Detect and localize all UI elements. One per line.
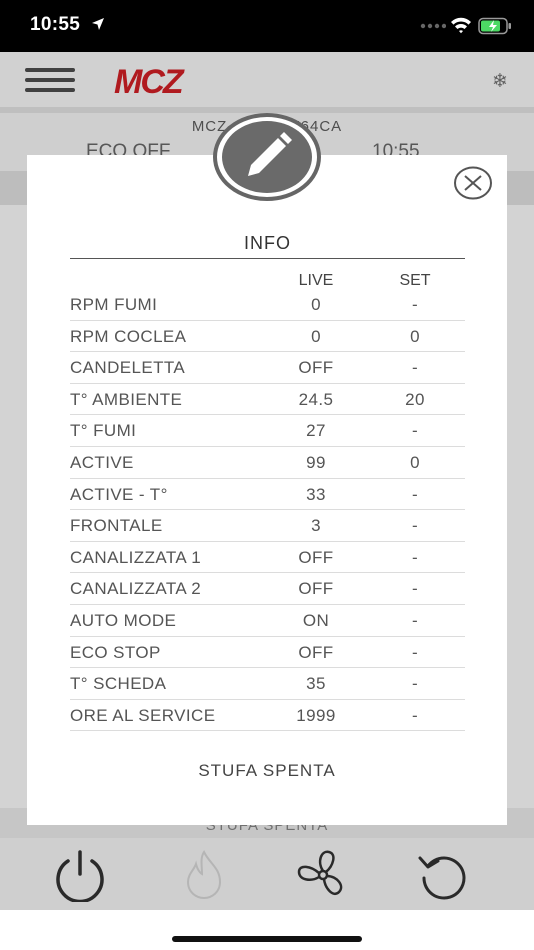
reload-button[interactable] [412,848,476,902]
row-label: ECO STOP [70,642,161,662]
table-row: CANALIZZATA 1 OFF - [70,542,465,574]
row-set-value: 20 [405,389,425,409]
table-row: ECO STOP OFF - [70,637,465,669]
row-label: AUTO MODE [70,610,177,630]
mcz-logo: MCZ [114,64,187,98]
row-label: FRONTALE [70,516,163,536]
pencil-icon [213,113,321,201]
column-header-set: SET [399,272,431,289]
flame-icon [186,850,222,900]
row-live-value: OFF [298,642,334,662]
row-live-value: 3 [311,516,321,536]
cellular-signal-icon [420,23,446,29]
row-set-value: - [411,421,419,441]
row-live-value: 0 [311,295,321,314]
row-live-value: ON [302,610,330,630]
row-live-value: 99 [306,452,326,472]
table-row: CANDELETTA OFF - [70,352,465,384]
row-label: T° AMBIENTE [70,389,183,409]
status-bar: 10:55 [0,0,534,52]
row-label: T° SCHEDA [70,674,167,694]
row-live-value: 24.5 [298,389,334,409]
row-label: RPM FUMI [70,295,158,314]
row-label: RPM COCLEA [70,326,187,346]
stove-status: STUFA SPENTA [198,761,336,780]
table-row: RPM COCLEA 0 0 [70,321,465,353]
table-row: RPM FUMI 0 - [70,289,465,321]
row-set-value: 0 [410,452,420,472]
home-indicator-area [0,910,534,950]
row-live-value: OFF [298,358,334,378]
row-set-value: - [411,547,419,567]
row-set-value: - [411,295,419,314]
bottom-controls [0,838,534,910]
home-indicator[interactable] [172,936,362,942]
close-circle-icon[interactable] [453,166,493,200]
snowflake-icon[interactable]: ❄ [492,70,508,93]
row-set-value: - [411,705,419,725]
row-label: ACTIVE - T° [70,484,168,504]
row-label: CANALIZZATA 1 [70,547,202,567]
wifi-icon [451,17,471,34]
flame-button[interactable] [172,848,236,902]
power-icon [56,850,104,904]
table-row: FRONTALE 3 - [70,510,465,542]
row-set-value: - [411,674,419,694]
row-set-value: - [411,516,419,536]
app-header: MCZ ❄ [0,52,534,107]
row-set-value: - [411,484,419,504]
hamburger-menu-icon[interactable] [25,68,75,92]
row-set-value: - [411,358,419,378]
reload-icon [418,856,466,900]
battery-charging-icon [478,17,511,35]
row-set-value: 0 [410,326,420,346]
svg-text:MCZ: MCZ [114,64,185,98]
row-set-value: - [411,579,419,599]
row-live-value: 0 [311,326,321,346]
status-time: 10:55 [30,14,81,35]
row-live-value: 27 [306,421,326,441]
table-row: ORE AL SERVICE 1999 - [70,700,465,732]
info-title: INFO [244,233,291,253]
info-table: RPM FUMI 0 - RPM COCLEA 0 0 CANDELETTA OFF - T… [70,289,465,732]
info-title-rule [70,258,465,259]
table-row: AUTO MODE ON - [70,605,465,637]
row-label: CANDELETTA [70,358,186,378]
power-button[interactable] [48,848,112,904]
table-row: T° SCHEDA 35 - [70,668,465,700]
row-live-value: 33 [306,484,326,504]
table-row: CANALIZZATA 2 OFF - [70,573,465,605]
row-label: ORE AL SERVICE [70,705,216,725]
row-live-value: 35 [306,674,326,694]
row-label: CANALIZZATA 2 [70,579,202,599]
table-row: T° AMBIENTE 24.5 20 [70,384,465,416]
row-label: ACTIVE [70,452,134,472]
row-live-value: OFF [298,547,334,567]
row-live-value: OFF [298,579,334,599]
row-label: T° FUMI [70,421,137,441]
row-set-value: - [411,610,419,630]
fan-icon [297,850,343,896]
table-row: ACTIVE - T° 33 - [70,479,465,511]
row-live-value: 1999 [296,705,336,725]
location-arrow-icon [92,18,104,30]
column-header-live: LIVE [298,272,334,289]
fan-button[interactable] [291,848,355,902]
table-row: T° FUMI 27 - [70,415,465,447]
row-set-value: - [411,642,419,662]
table-row: ACTIVE 99 0 [70,447,465,479]
